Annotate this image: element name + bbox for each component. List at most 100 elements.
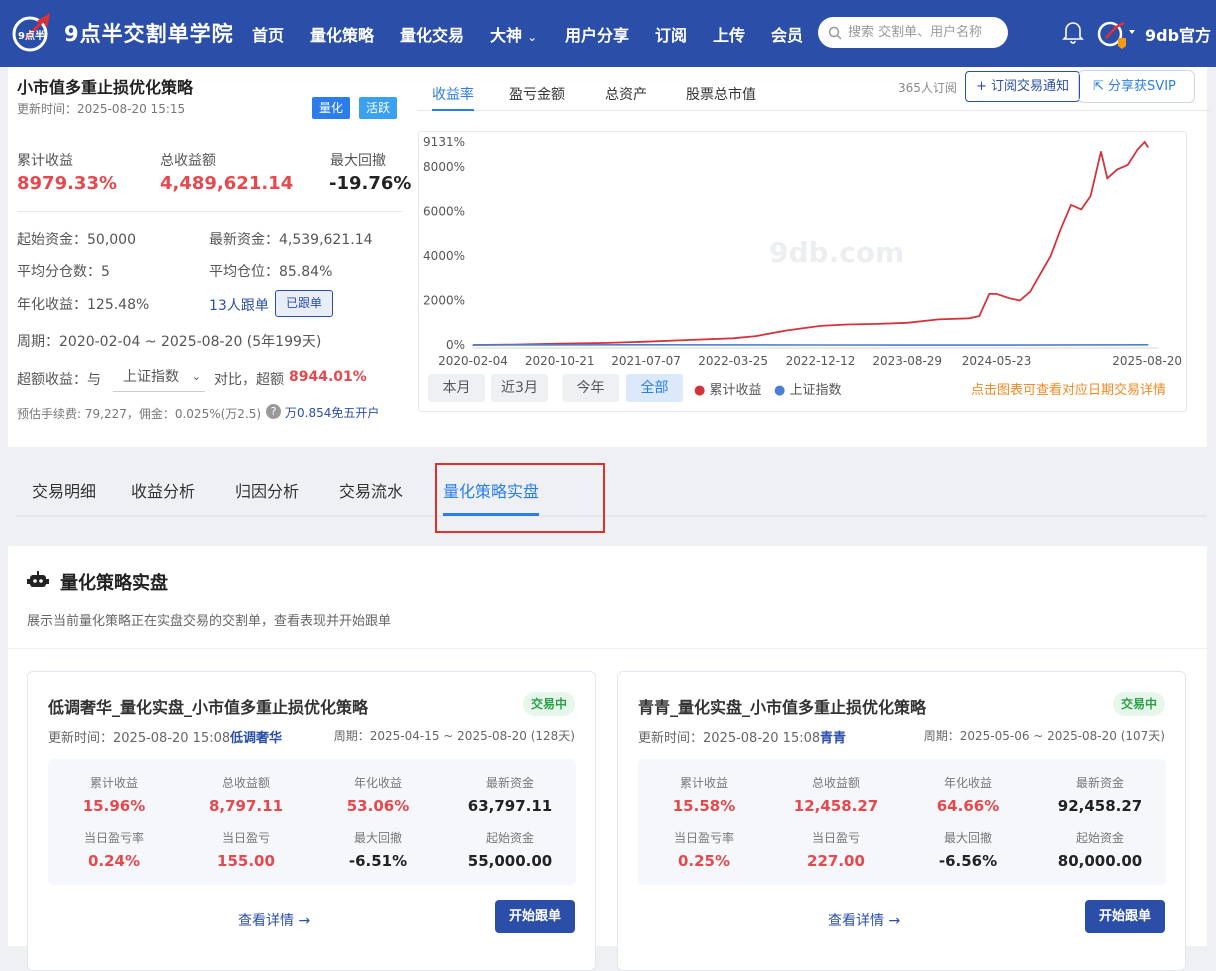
nav-masters[interactable]: 大神 ⌄	[490, 22, 537, 46]
metric-label: 起始资金	[1034, 829, 1166, 846]
nav-user-share[interactable]: 用户分享	[565, 22, 629, 46]
strategy-title: 小市值多重止损优化策略	[17, 74, 193, 98]
data-point	[846, 324, 847, 325]
metric-label: 年化收益	[312, 774, 444, 791]
range-this-year[interactable]: 今年	[562, 374, 619, 402]
user-avatar[interactable]	[1096, 18, 1136, 50]
status-badge: 交易中	[523, 692, 575, 716]
followed-button[interactable]: 已跟单	[275, 290, 333, 317]
metric-value: 8,797.11	[180, 797, 312, 815]
metric-label: 当日盈亏	[180, 829, 312, 846]
tab-return-rate[interactable]: 收益率	[432, 84, 474, 104]
view-details-link[interactable]: 查看详情 →	[828, 910, 900, 930]
view-details-link[interactable]: 查看详情 →	[238, 910, 310, 930]
range-this-month[interactable]: 本月	[428, 374, 485, 402]
metric-value: 64.66%	[902, 797, 1034, 815]
legend-sse[interactable]: ● 上证指数	[774, 379, 842, 398]
data-point	[968, 318, 969, 319]
benchmark-select[interactable]: 上证指数 ⌄	[113, 362, 205, 392]
y-tick-label: 9131%	[423, 135, 465, 149]
top-navbar: 9点半 9点半交割单学院 首页 量化策略 量化交易 大神 ⌄ 用户分享 订阅 上…	[0, 0, 1216, 67]
x-tick-label: 2024-05-23	[962, 354, 1032, 368]
metric-cell: 最新资金92,458.27	[1034, 774, 1166, 815]
site-title[interactable]: 9点半交割单学院	[64, 18, 234, 48]
followers-link[interactable]: 13人跟单	[209, 295, 269, 315]
metric-label: 当日盈亏率	[638, 829, 770, 846]
metric-cell: 当日盈亏227.00	[770, 829, 902, 870]
share-svip-button[interactable]: ⇱ 分享获SVIP	[1078, 70, 1195, 103]
metric-value: 0.25%	[638, 852, 770, 870]
data-point	[1147, 344, 1148, 345]
card-author-link[interactable]: 低调奢华	[230, 727, 282, 746]
data-point	[1019, 300, 1020, 301]
user-name[interactable]: 9db官方	[1145, 22, 1211, 46]
card-period: 周期：2025-04-15 ~ 2025-08-20 (128天)	[334, 727, 575, 744]
nav-membership[interactable]: 会员	[771, 22, 803, 46]
site-logo-icon[interactable]: 9点半	[8, 12, 56, 52]
metric-value: 80,000.00	[1034, 852, 1166, 870]
card-metrics: 累计收益15.96% 总收益额8,797.11 年化收益53.06% 最新资金6…	[48, 759, 576, 885]
data-point	[1081, 209, 1082, 210]
data-point	[877, 323, 878, 324]
strategy-card: 青青_量化实盘_小市值多重止损优化策略 交易中 更新时间：2025-08-20 …	[617, 671, 1186, 971]
card-update-time: 更新时间：2025-08-20 15:08	[48, 727, 230, 746]
data-point	[1127, 164, 1128, 165]
quant-live-section: 量化策略实盘 展示当前量化策略正在实盘交易的交割单，查看表现并开始跟单 低调奢华…	[8, 546, 1207, 946]
metric-cell: 起始资金55,000.00	[444, 829, 576, 870]
chart-tabs-divider	[417, 110, 1211, 111]
nav-quant-strategy[interactable]: 量化策略	[310, 22, 374, 46]
data-point	[755, 336, 756, 337]
data-point	[1117, 169, 1118, 170]
nav-upload[interactable]: 上传	[713, 22, 745, 46]
fee-text: 预估手续费: 79,227，佣金：0.025%(万2.5)	[17, 405, 261, 422]
metric-value: 55,000.00	[444, 852, 576, 870]
card-author-link[interactable]: 青青	[820, 727, 846, 746]
range-3-months[interactable]: 近3月	[491, 374, 548, 402]
help-icon[interactable]: ?	[266, 404, 281, 419]
arrow-right-icon: →	[888, 913, 900, 929]
nav-home[interactable]: 首页	[252, 22, 284, 46]
tab-trade-flow[interactable]: 交易流水	[339, 478, 403, 502]
nav-subscribe[interactable]: 订阅	[655, 22, 687, 46]
metric-value: 227.00	[770, 852, 902, 870]
data-point	[1060, 229, 1061, 230]
data-point	[996, 293, 997, 294]
search-input[interactable]	[848, 25, 998, 40]
card-title[interactable]: 低调奢华_量化实盘_小市值多重止损优化策略	[48, 694, 368, 718]
tab-return-analysis[interactable]: 收益分析	[131, 478, 195, 502]
metric-cell: 累计收益15.58%	[638, 774, 770, 815]
data-point	[996, 345, 997, 346]
card-metrics: 累计收益15.58% 总收益额12,458.27 年化收益64.66% 最新资金…	[638, 759, 1166, 885]
tab-profit-loss[interactable]: 盈亏金额	[509, 84, 565, 104]
section-title: 量化策略实盘	[60, 569, 168, 595]
x-tick-label: 2021-07-07	[611, 354, 681, 368]
range-all[interactable]: 全部	[626, 374, 683, 402]
return-chart[interactable]: 9db.com9131%8000%6000%4000%2000%0%2020-0…	[418, 131, 1187, 412]
return-chart-svg[interactable]: 9db.com9131%8000%6000%4000%2000%0%2020-0…	[419, 132, 1188, 413]
metric-label: 总收益额	[770, 774, 902, 791]
nav-quant-trading[interactable]: 量化交易	[400, 22, 464, 46]
tab-trade-details[interactable]: 交易明细	[32, 478, 96, 502]
fee-link[interactable]: 万0.854免五开户	[285, 404, 379, 421]
start-follow-button[interactable]: 开始跟单	[1085, 900, 1165, 933]
x-tick-label: 2020-10-21	[525, 354, 595, 368]
notification-bell-icon[interactable]	[1062, 20, 1084, 44]
start-follow-button[interactable]: 开始跟单	[495, 900, 575, 933]
data-point	[1070, 204, 1071, 205]
tab-total-assets[interactable]: 总资产	[605, 84, 647, 104]
data-point	[1107, 178, 1108, 179]
tab-stock-value[interactable]: 股票总市值	[686, 84, 756, 104]
metric-label: 最大回撤	[902, 829, 1034, 846]
benchmark-select-value: 上证指数	[123, 369, 179, 385]
kpi-total-profit-value: 4,489,621.14	[160, 173, 293, 194]
kpi-max-drawdown-value: -19.76%	[329, 173, 411, 194]
subscriber-count: 365人订阅	[898, 79, 957, 96]
card-title[interactable]: 青青_量化实盘_小市值多重止损优化策略	[638, 694, 926, 718]
metric-label: 最新资金	[444, 774, 576, 791]
legend-cumulative[interactable]: ● 累计收益	[694, 379, 762, 398]
divider	[17, 211, 402, 212]
subscribe-notify-button[interactable]: + 订阅交易通知	[965, 71, 1080, 102]
metric-value: -6.51%	[312, 852, 444, 870]
tab-attribution[interactable]: 归因分析	[235, 478, 299, 502]
metric-cell: 年化收益53.06%	[312, 774, 444, 815]
